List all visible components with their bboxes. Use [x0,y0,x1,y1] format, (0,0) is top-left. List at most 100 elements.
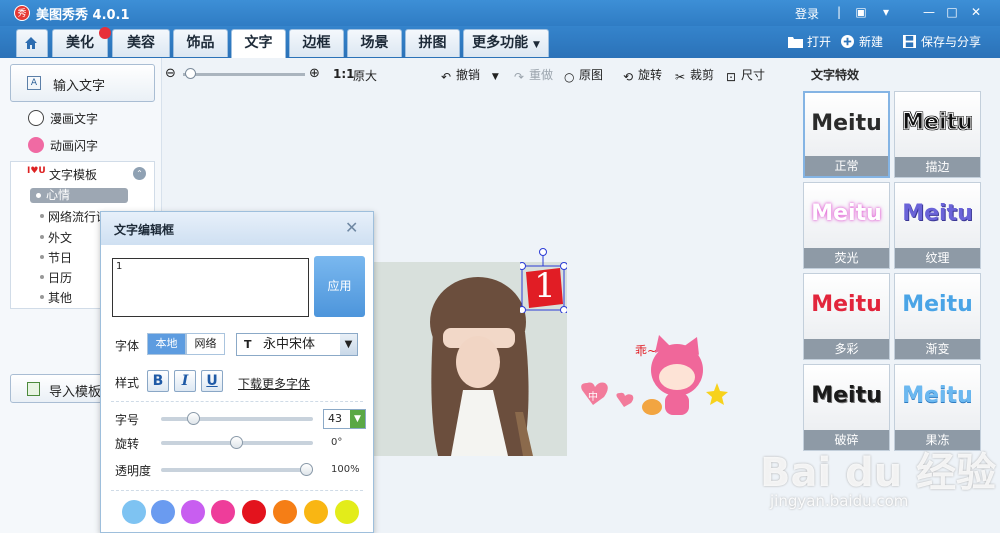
color-swatch[interactable] [122,500,146,524]
tab-more[interactable]: 更多功能 ▼ [463,29,549,57]
open-button[interactable]: 打开 [788,33,831,50]
download-fonts-link[interactable]: 下载更多字体 [238,375,310,392]
effect-sample: Meitu [811,111,882,136]
color-swatch[interactable] [181,500,205,524]
chevron-down-icon[interactable]: ▼ [350,410,365,428]
tab-beautify[interactable]: 美化 [52,27,111,57]
effect-5[interactable]: Meitu 渐变 [894,273,981,360]
template-item[interactable]: 节日 [40,249,72,266]
tab-border[interactable]: 边框 [289,29,344,57]
text-a-icon: A [27,76,41,90]
tab-home[interactable] [16,29,48,57]
original-size-label[interactable]: 原大 [353,67,377,84]
template-item[interactable]: 日历 [40,269,72,286]
effect-1[interactable]: Meitu 描边 [894,91,981,178]
fox-cartoon: 乖~ [581,335,728,415]
color-swatch[interactable] [273,500,297,524]
comic-text-item[interactable]: 漫画文字 [28,110,98,127]
divider [111,490,363,491]
font-source-network[interactable]: 网络 [186,333,225,355]
effect-4[interactable]: Meitu 多彩 [803,273,890,360]
rotate-slider[interactable] [161,436,313,449]
resize-button[interactable]: ⊡ 尺寸 [726,66,765,84]
tab-scene[interactable]: 场景 [347,29,402,57]
tab-accessories[interactable]: 饰品 [173,29,228,57]
original-image-button[interactable]: ○ 原图 [564,66,603,84]
plus-circle-icon [841,35,854,48]
collapse-icon[interactable]: ⌃ [133,167,146,180]
crop-button[interactable]: ✂ 裁剪 [675,66,714,84]
opacity-slider-knob[interactable] [300,463,313,476]
effects-title: 文字特效 [811,68,860,82]
effect-sample: Meitu [902,201,973,226]
zoom-out-icon[interactable]: ⊖ [165,66,176,81]
color-swatch[interactable] [211,500,235,524]
effect-0[interactable]: Meitu 正常 [803,91,890,178]
undo-button[interactable]: ↶ 撤销 ▼ [441,66,499,84]
minimize-icon[interactable]: — [920,4,938,20]
dropdown-menu-icon[interactable]: ▾ [877,4,895,20]
size-slider[interactable] [161,412,313,425]
zoom-ratio[interactable]: 1:1 [333,67,355,81]
zoom-slider-knob[interactable] [185,68,196,79]
opacity-value: 100% [331,464,360,475]
new-button[interactable]: 新建 [840,33,883,50]
bullet-icon [40,295,44,299]
apply-button[interactable]: 应用 [314,256,365,317]
bullet-icon [40,214,44,218]
effect-6[interactable]: Meitu 破碎 [803,364,890,451]
size-input[interactable]: 43 ▼ [323,409,366,429]
template-item-selected[interactable]: 心情 [30,188,128,203]
login-link[interactable]: 登录 [795,5,819,22]
color-swatch[interactable] [151,500,175,524]
color-swatch[interactable] [304,500,328,524]
opacity-slider[interactable] [161,463,313,476]
speech-bubble-icon [28,110,44,126]
input-text-button[interactable]: A 输入文字 [10,64,155,102]
rotate-slider-knob[interactable] [230,436,243,449]
text-input[interactable]: 1 [112,258,309,317]
resize-icon: ⊡ [726,70,737,84]
color-swatch[interactable] [242,500,266,524]
chevron-down-icon[interactable]: ▼ [492,72,499,82]
template-item[interactable]: 网络流行语 [40,208,108,225]
size-label: 字号 [115,413,140,427]
truetype-icon: T [244,338,252,351]
save-share-button[interactable]: 保存与分享 [902,33,981,50]
effect-2[interactable]: Meitu 荧光 [803,182,890,269]
font-select[interactable]: T 永中宋体 ▼ [236,333,358,356]
rotate-button[interactable]: ⟲ 旋转 [623,66,662,84]
effect-sample: Meitu [811,201,882,226]
close-icon[interactable]: ✕ [967,4,985,20]
color-swatch[interactable] [335,500,359,524]
anim-text-item[interactable]: 动画闪字 [28,137,98,154]
zoom-in-icon[interactable]: ⊕ [309,66,320,81]
tab-text[interactable]: 文字 [231,29,286,58]
scissors-icon: ✂ [675,70,686,84]
text-sticker[interactable]: 1 [518,248,568,314]
font-source-local[interactable]: 本地 [147,333,186,355]
template-item[interactable]: 外文 [40,229,72,246]
tab-collage[interactable]: 拼图 [405,29,460,57]
italic-button[interactable]: I [174,370,196,392]
size-slider-knob[interactable] [187,412,200,425]
underline-button[interactable]: U [201,370,223,392]
effect-7[interactable]: Meitu 果冻 [894,364,981,451]
template-item[interactable]: 其他 [40,289,72,306]
tab-beauty[interactable]: 美容 [112,29,170,57]
effect-3[interactable]: Meitu 纹理 [894,182,981,269]
message-icon[interactable]: ▣ [852,4,870,20]
dialog-header[interactable]: 文字编辑框 ✕ [101,212,373,245]
effect-sample: Meitu [811,292,882,317]
app-logo: 秀 [14,5,30,21]
svg-text:乖~: 乖~ [635,344,657,358]
close-icon[interactable]: ✕ [345,220,358,236]
zoom-slider[interactable] [183,68,305,79]
maximize-icon[interactable]: □ [943,4,961,20]
chevron-down-icon[interactable]: ▼ [340,334,357,355]
redo-button[interactable]: ↷ 重做 [514,66,553,84]
i-love-you-icon: I♥U [27,166,46,176]
cartoon-sticker[interactable]: 乖~ 中 [577,335,737,420]
bold-button[interactable]: B [147,370,169,392]
divider [111,401,363,402]
